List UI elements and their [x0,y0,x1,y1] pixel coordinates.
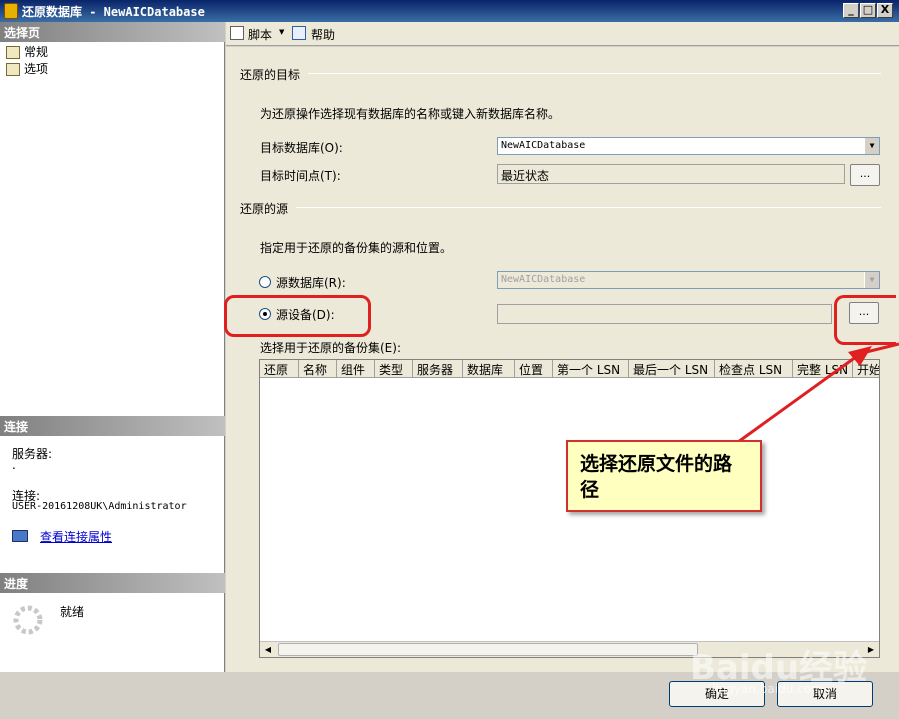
page-item-general[interactable]: 常规 [6,43,48,59]
column-header[interactable]: 服务器 [413,360,463,378]
target-time-browse-button[interactable]: ... [850,164,880,186]
annotation-callout: 选择还原文件的路径 [566,440,762,512]
page-icon [6,63,20,76]
source-database-radio[interactable] [259,276,271,288]
window-title: 还原数据库 - NewAICDatabase [22,5,205,19]
select-page-header: 选择页 [0,22,225,42]
target-database-combo[interactable]: NewAICDatabase ▼ [497,137,880,155]
script-button[interactable]: 脚本 [248,26,272,43]
backup-sets-label: 选择用于还原的备份集(E): [260,341,401,355]
browse-button-highlight [834,295,896,345]
target-time-field[interactable]: 最近状态 [497,164,845,184]
maximize-button[interactable]: □ [860,3,876,18]
column-header[interactable]: 组件 [337,360,375,378]
connection-value: USER-20161208UK\Administrator [12,501,187,512]
help-button[interactable]: 帮助 [311,26,335,43]
target-time-value: 最近状态 [501,169,550,183]
target-database-value: NewAICDatabase [501,140,586,151]
source-divider [296,207,881,208]
column-header[interactable]: 还原 [260,360,299,378]
help-icon [292,26,306,40]
source-database-label[interactable]: 源数据库(R): [276,274,346,291]
source-group-label: 还原的源 [240,202,289,216]
source-description: 指定用于还原的备份集的源和位置。 [260,241,453,255]
page-icon [6,46,20,59]
destination-divider [308,73,881,74]
server-value: . [12,458,16,472]
progress-spinner-icon [13,605,43,635]
scroll-left-icon[interactable]: ◀ [260,642,276,657]
target-time-label: 目标时间点(T): [260,169,341,183]
page-item-options[interactable]: 选项 [6,60,48,76]
source-database-combo[interactable]: NewAICDatabase ▼ [497,271,880,289]
progress-status: 就绪 [60,605,85,619]
page-label: 常规 [24,45,49,59]
source-database-value: NewAICDatabase [501,274,586,285]
source-device-highlight [224,295,371,337]
toolbar: 脚本 ▼ 帮助 [226,22,899,46]
chevron-down-icon[interactable]: ▼ [864,138,879,154]
script-icon [230,26,244,40]
column-header[interactable]: 名称 [299,360,337,378]
database-icon [4,3,18,19]
server-label: 服务器: [12,447,53,461]
close-button[interactable]: X [877,3,893,18]
annotation-arrow [737,342,899,444]
column-header[interactable]: 数据库 [463,360,515,378]
script-dropdown-icon[interactable]: ▼ [279,28,284,36]
connection-properties-icon [12,530,28,542]
target-database-label: 目标数据库(O): [260,141,343,155]
scroll-thumb[interactable] [278,643,698,656]
view-connection-properties-link[interactable]: 查看连接属性 [40,528,112,545]
chevron-down-icon[interactable]: ▼ [864,272,879,288]
source-device-field[interactable] [497,304,832,324]
connection-header: 连接 [0,416,225,436]
column-header[interactable]: 第一个 LSN [553,360,629,378]
minimize-button[interactable]: _ [843,3,859,18]
page-label: 选项 [24,62,49,76]
destination-description: 为还原操作选择现有数据库的名称或键入新数据库名称。 [260,107,561,121]
column-header[interactable]: 位置 [515,360,553,378]
watermark-url: jingyan.baidu.com [712,682,823,696]
destination-group-label: 还原的目标 [240,68,301,82]
title-bar: 还原数据库 - NewAICDatabase _ □ X [0,0,899,22]
progress-header: 进度 [0,573,225,593]
column-header[interactable]: 类型 [375,360,413,378]
column-header[interactable]: 最后一个 LSN [629,360,715,378]
left-pane: 选择页 常规 选项 连接 服务器: . 连接: USER-20161208UK\… [0,22,225,672]
callout-text: 选择还原文件的路径 [580,453,733,501]
